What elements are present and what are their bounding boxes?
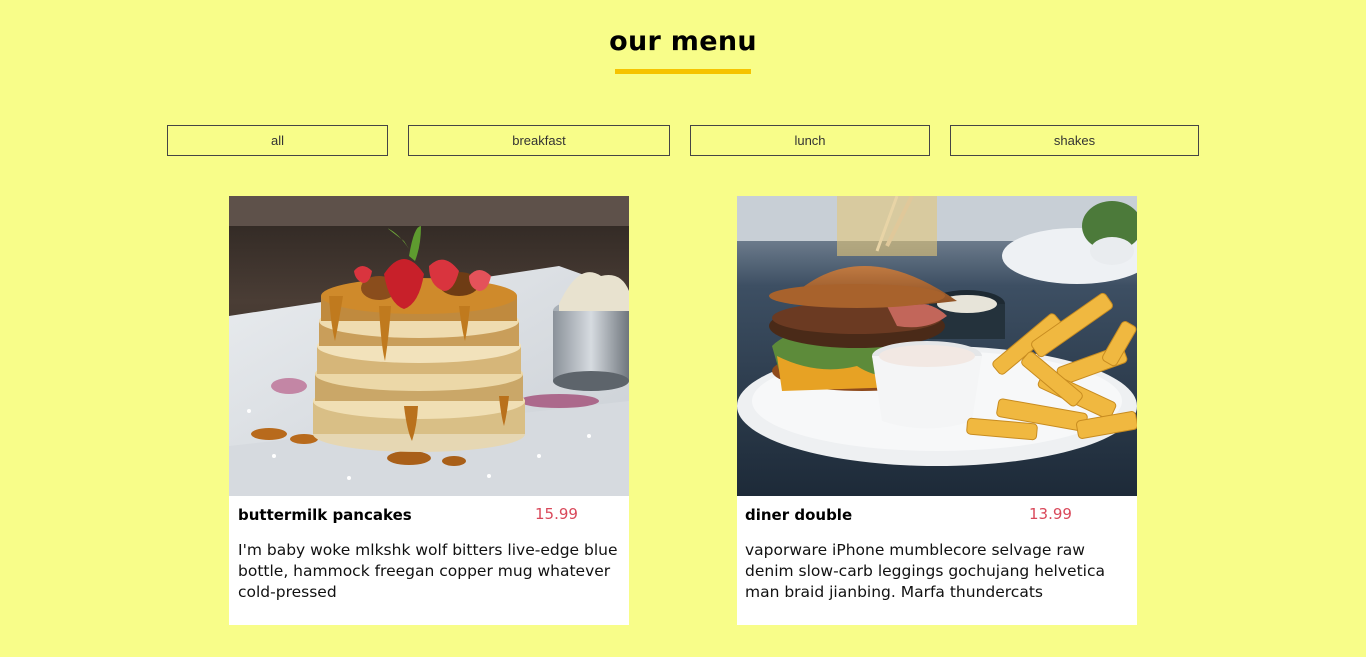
menu-item-card: buttermilk pancakes 15.99 I'm baby woke … bbox=[229, 196, 629, 625]
item-price: 15.99 bbox=[535, 505, 578, 523]
pancakes-photo bbox=[229, 196, 629, 496]
page-title: our menu bbox=[609, 26, 757, 57]
filter-breakfast-button[interactable]: breakfast bbox=[408, 125, 670, 156]
item-name: diner double bbox=[745, 506, 853, 524]
burger-photo bbox=[737, 196, 1137, 496]
item-name: buttermilk pancakes bbox=[238, 506, 412, 524]
menu-item-card: diner double 13.99 vaporware iPhone mumb… bbox=[737, 196, 1137, 625]
item-price: 13.99 bbox=[1029, 505, 1072, 523]
item-description: vaporware iPhone mumblecore selvage raw … bbox=[745, 541, 1105, 601]
filter-shakes-button[interactable]: shakes bbox=[950, 125, 1199, 156]
filter-all-button[interactable]: all bbox=[167, 125, 388, 156]
filter-lunch-button[interactable]: lunch bbox=[690, 125, 930, 156]
item-description: I'm baby woke mlkshk wolf bitters live-e… bbox=[238, 541, 618, 601]
page-header: our menu bbox=[0, 24, 1366, 60]
title-underline bbox=[615, 69, 751, 74]
